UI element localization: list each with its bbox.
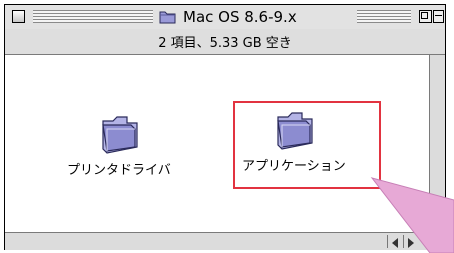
- folder-icon: [277, 112, 313, 150]
- title-bar[interactable]: Mac OS 8.6-9.x: [5, 5, 445, 30]
- folder-label: プリンタドライバ: [67, 163, 171, 178]
- scroll-left-arrow-icon[interactable]: [387, 235, 402, 248]
- close-box[interactable]: [12, 10, 25, 23]
- window-header: 2 項目、5.33 GB 空き: [5, 29, 445, 55]
- folder-label: アプリケーション: [242, 159, 346, 174]
- scroll-up-arrow-icon[interactable]: [432, 199, 443, 212]
- title-stripes-right: [357, 10, 411, 23]
- finder-window: Mac OS 8.6-9.x 2 項目、5.33 GB 空き プリンタドライバ …: [4, 4, 446, 250]
- horizontal-scrollbar[interactable]: [5, 232, 429, 250]
- window-title: Mac OS 8.6-9.x: [155, 7, 301, 27]
- scroll-right-arrow-icon[interactable]: [403, 235, 418, 248]
- vertical-scrollbar[interactable]: [430, 55, 445, 232]
- title-stripes-left: [33, 10, 153, 23]
- status-text: 2 項目、5.33 GB 空き: [158, 36, 292, 51]
- window-title-text: Mac OS 8.6-9.x: [183, 8, 297, 26]
- folder-icon: [159, 11, 176, 24]
- window-content: プリンタドライバ アプリケーション: [5, 55, 430, 232]
- folder-item-applications[interactable]: アプリケーション: [242, 111, 346, 174]
- zoom-box[interactable]: [419, 10, 432, 23]
- folder-item-printer-driver[interactable]: プリンタドライバ: [67, 115, 171, 178]
- collapse-box[interactable]: [433, 10, 444, 23]
- folder-icon: [102, 116, 138, 154]
